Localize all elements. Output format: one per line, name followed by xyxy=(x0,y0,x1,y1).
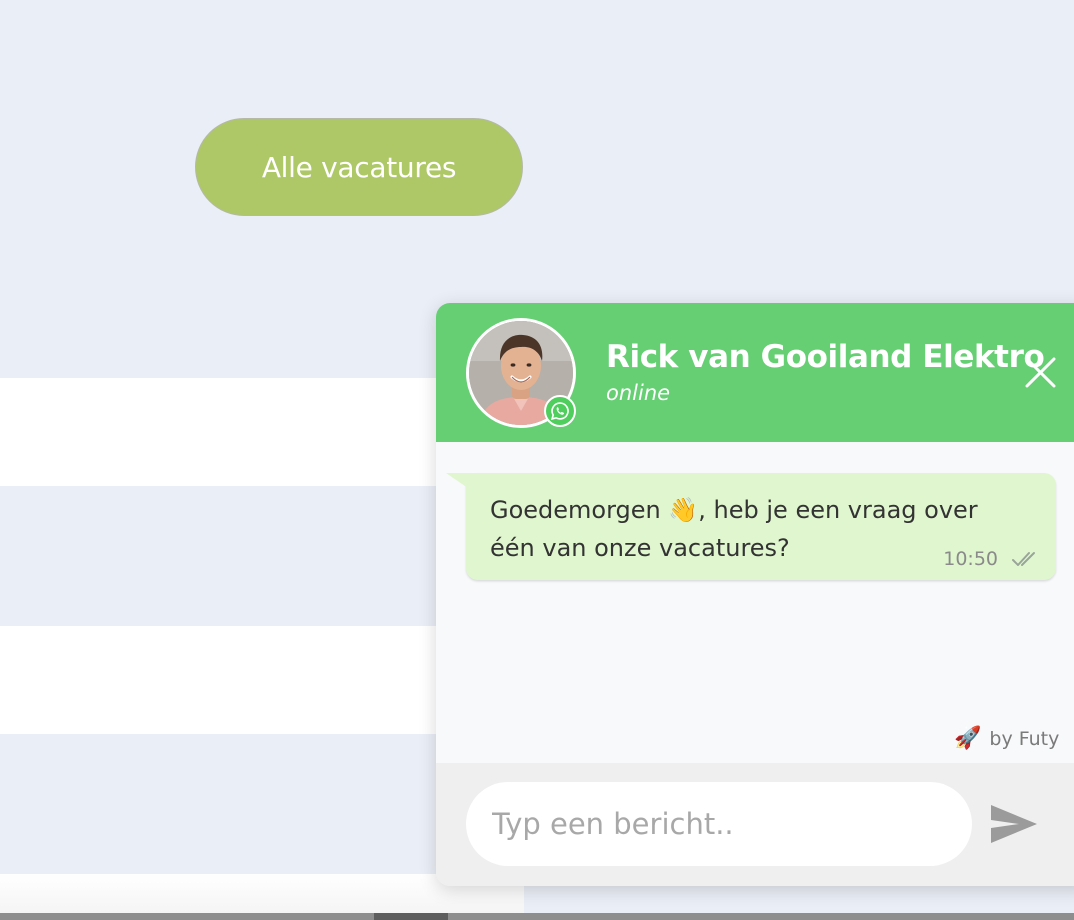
whatsapp-icon xyxy=(544,395,576,427)
message-time: 10:50 xyxy=(943,548,998,570)
rocket-icon: 🚀 xyxy=(954,726,982,751)
double-check-icon xyxy=(1012,552,1035,566)
horizontal-scrollbar-track[interactable] xyxy=(0,913,1074,920)
horizontal-scrollbar-thumb[interactable] xyxy=(374,913,448,920)
contact-name: Rick van Gooiland Elektro xyxy=(606,339,1045,375)
chat-widget: Rick van Gooiland Elektro online Goedemo… xyxy=(436,303,1074,886)
chat-header: Rick van Gooiland Elektro online xyxy=(436,303,1074,442)
send-icon[interactable] xyxy=(989,802,1039,846)
message-input[interactable] xyxy=(466,782,972,866)
powered-by-label: by Futy xyxy=(989,727,1060,750)
contact-status: online xyxy=(606,381,671,405)
message-composer xyxy=(436,763,1074,886)
all-jobs-button[interactable]: Alle vacatures xyxy=(195,118,523,216)
content-block xyxy=(0,626,440,734)
powered-by-futy[interactable]: 🚀 by Futy xyxy=(954,726,1059,751)
chat-message: Goedemorgen 👋, heb je een vraag over één… xyxy=(446,473,1056,580)
close-icon[interactable] xyxy=(1020,353,1060,393)
bubble-tail xyxy=(446,473,478,495)
content-block xyxy=(0,378,440,486)
